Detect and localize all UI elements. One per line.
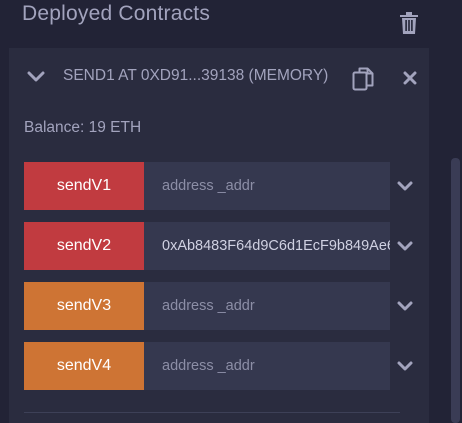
sendV1-button[interactable]: sendV1 [24, 162, 144, 210]
expand-chevron-down-icon[interactable] [396, 358, 414, 374]
function-row-sendV4: sendV4 [24, 342, 422, 390]
scrollbar[interactable] [451, 158, 460, 423]
function-row-sendV2: sendV2 [24, 222, 422, 270]
deployed-contracts-panel: Deployed Contracts SEND1 AT 0XD91...3913… [0, 0, 462, 423]
sendV3-button[interactable]: sendV3 [24, 282, 144, 330]
expand-chevron-down-icon[interactable] [396, 238, 414, 254]
contract-balance: Balance: 19 ETH [24, 119, 142, 136]
sendV4-address-input[interactable] [144, 342, 390, 390]
divider [24, 412, 400, 413]
trash-icon[interactable] [399, 12, 419, 34]
expand-chevron-down-icon[interactable] [396, 298, 414, 314]
function-row-sendV3: sendV3 [24, 282, 422, 330]
close-icon[interactable] [403, 71, 417, 85]
sendV4-button[interactable]: sendV4 [24, 342, 144, 390]
panel-title: Deployed Contracts [22, 2, 211, 25]
expand-chevron-down-icon[interactable] [396, 178, 414, 194]
sendV1-address-input[interactable] [144, 162, 390, 210]
contract-title[interactable]: SEND1 AT 0XD91...39138 (MEMORY) [63, 67, 331, 85]
sendV2-address-input[interactable] [144, 222, 390, 270]
copy-icon[interactable] [352, 67, 374, 91]
sendV2-button[interactable]: sendV2 [24, 222, 144, 270]
sendV3-address-input[interactable] [144, 282, 390, 330]
collapse-caret-icon[interactable] [27, 70, 45, 84]
function-row-sendV1: sendV1 [24, 162, 422, 210]
